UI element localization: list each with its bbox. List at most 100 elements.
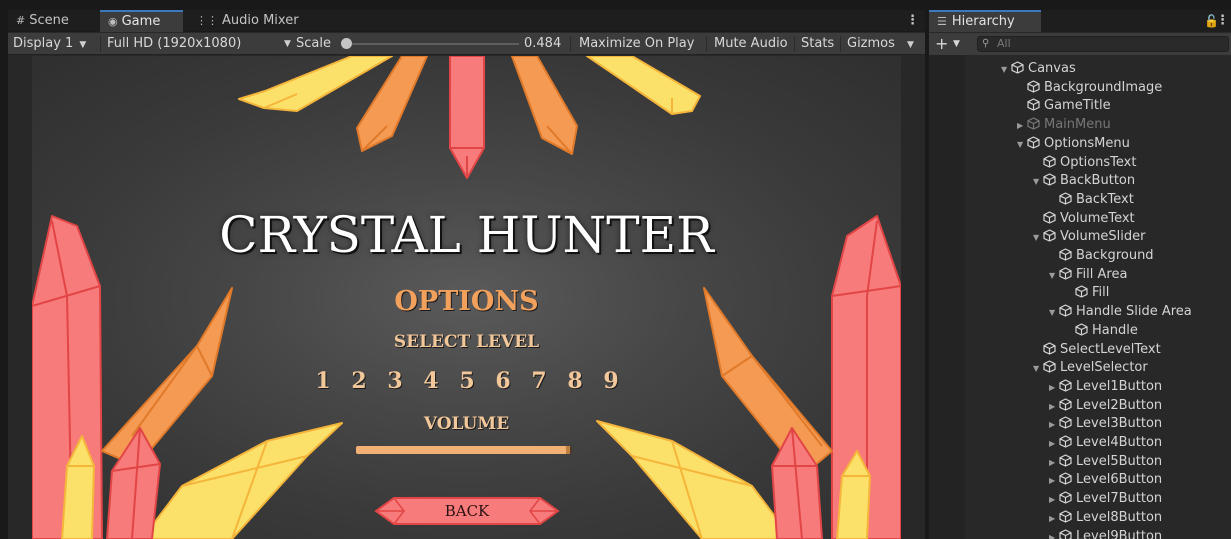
level-8-button[interactable]: 8 xyxy=(564,368,586,396)
display-dropdown-label: Display 1 xyxy=(13,36,74,51)
fold-closed-icon[interactable]: ▶ xyxy=(1049,453,1059,472)
game-view[interactable]: CRYSTAL HUNTER OPTIONS SELECT LEVEL 1 2 … xyxy=(32,56,901,539)
level-1-button[interactable]: 1 xyxy=(312,368,334,396)
hierarchy-item[interactable]: ▼ Handle Slide Area xyxy=(1049,302,1192,321)
hierarchy-item[interactable]: ▶ Level1Button xyxy=(1049,377,1162,396)
tab-hierarchy[interactable]: ☰ Hierarchy xyxy=(929,10,1041,32)
hierarchy-panel: ☰ Hierarchy 🔓 ⋮ + ▼ ⚲ All ▼ Canvas Backgrou… xyxy=(928,10,1231,539)
hierarchy-item[interactable]: ▼ Canvas xyxy=(1001,59,1076,78)
hierarchy-item[interactable]: ▶ Level7Button xyxy=(1049,489,1162,508)
hierarchy-item[interactable]: ▼ LevelSelector xyxy=(1033,358,1148,377)
hierarchy-item[interactable]: ▶ Level4Button xyxy=(1049,433,1162,452)
mute-audio-button[interactable]: Mute Audio xyxy=(709,33,793,55)
hierarchy-item-label: VolumeSlider xyxy=(1060,229,1146,245)
hierarchy-item[interactable]: OptionsText xyxy=(1033,153,1136,172)
hierarchy-item[interactable]: Background xyxy=(1049,246,1154,265)
fold-open-icon[interactable]: ▼ xyxy=(1033,172,1043,191)
gameobject-cube-icon xyxy=(1059,528,1072,539)
fold-closed-icon[interactable]: ▶ xyxy=(1049,528,1059,539)
back-button-label: BACK xyxy=(444,502,490,520)
gameobject-cube-icon xyxy=(1043,229,1056,242)
hierarchy-item[interactable]: ▼ BackButton xyxy=(1033,171,1135,190)
hierarchy-item-label: LevelSelector xyxy=(1060,360,1148,376)
gizmos-dropdown[interactable]: ▼ xyxy=(907,33,914,55)
scale-slider-handle[interactable] xyxy=(341,38,352,49)
hierarchy-item[interactable]: ▶ Level9Button xyxy=(1049,527,1162,539)
fold-closed-icon[interactable]: ▶ xyxy=(1049,434,1059,453)
gameobject-cube-icon xyxy=(1059,248,1072,261)
hierarchy-item[interactable]: ▼ VolumeSlider xyxy=(1033,227,1145,246)
stats-button[interactable]: Stats xyxy=(796,33,839,55)
level-selector: 1 2 3 4 5 6 7 8 9 xyxy=(312,368,622,396)
gameobject-cube-icon xyxy=(1043,210,1056,224)
hierarchy-item[interactable]: BackgroundImage xyxy=(1017,78,1162,97)
hierarchy-item[interactable]: VolumeText xyxy=(1033,209,1135,228)
kebab-menu-icon[interactable]: ⋮ xyxy=(1216,10,1229,32)
fold-closed-icon[interactable]: ▶ xyxy=(1049,415,1059,434)
hierarchy-item[interactable]: GameTitle xyxy=(1017,96,1111,115)
fold-open-icon[interactable]: ▼ xyxy=(1033,359,1043,378)
level-7-button[interactable]: 7 xyxy=(528,368,550,396)
gizmos-button[interactable]: Gizmos xyxy=(842,33,900,55)
hierarchy-item[interactable]: ▶ Level8Button xyxy=(1049,508,1162,527)
fold-closed-icon[interactable]: ▶ xyxy=(1049,378,1059,397)
level-4-button[interactable]: 4 xyxy=(420,368,442,396)
gameobject-cube-icon xyxy=(1059,416,1072,429)
hierarchy-search-input[interactable]: ⚲ All xyxy=(977,36,1229,52)
hierarchy-tree: ▼ Canvas BackgroundImage GameTitle ▶ MainMenu… xyxy=(929,55,1231,539)
tab-scene[interactable]: # Scene xyxy=(8,10,100,32)
gameobject-cube-icon xyxy=(1059,454,1072,467)
hierarchy-item[interactable]: ▶ Level2Button xyxy=(1049,396,1162,415)
hierarchy-item[interactable]: Fill xyxy=(1065,283,1109,302)
gameobject-cube-icon xyxy=(1043,360,1056,373)
maximize-on-play-button[interactable]: Maximize On Play xyxy=(574,33,699,55)
level-3-button[interactable]: 3 xyxy=(384,368,406,396)
hierarchy-item[interactable]: ▶ Level3Button xyxy=(1049,414,1162,433)
scale-value: 0.484 xyxy=(524,36,562,51)
game-panel-tabbar: # Scene ◉ Game ⋮⋮ Audio Mixer ⋮ xyxy=(8,10,925,32)
hierarchy-item[interactable]: BackText xyxy=(1049,190,1134,209)
hierarchy-item[interactable]: ▼ OptionsMenu xyxy=(1017,134,1130,153)
level-5-button[interactable]: 5 xyxy=(456,368,478,396)
resolution-dropdown[interactable]: Full HD (1920x1080) ▼ xyxy=(102,33,292,55)
divider xyxy=(840,36,841,52)
fold-closed-icon[interactable]: ▶ xyxy=(1049,471,1059,490)
game-title: CRYSTAL HUNTER xyxy=(219,206,714,264)
divider xyxy=(794,36,795,52)
tab-audio-mixer[interactable]: ⋮⋮ Audio Mixer xyxy=(188,10,308,32)
scale-slider-track[interactable] xyxy=(349,43,519,45)
gameobject-cube-icon xyxy=(1059,379,1072,392)
fold-closed-icon[interactable]: ▶ xyxy=(1017,116,1027,135)
fold-open-icon[interactable]: ▼ xyxy=(1033,228,1043,247)
hierarchy-item[interactable]: ▶ Level5Button xyxy=(1049,452,1162,471)
hierarchy-item-label: GameTitle xyxy=(1044,98,1111,114)
fold-open-icon[interactable]: ▼ xyxy=(1001,60,1011,79)
kebab-menu-icon[interactable]: ⋮ xyxy=(906,10,919,32)
fold-open-icon[interactable]: ▼ xyxy=(1049,303,1059,322)
level-9-button[interactable]: 9 xyxy=(600,368,622,396)
fold-open-icon[interactable]: ▼ xyxy=(1017,135,1027,154)
hierarchy-item[interactable]: ▶ Level6Button xyxy=(1049,470,1162,489)
fold-closed-icon[interactable]: ▶ xyxy=(1049,509,1059,528)
tab-game-label: Game xyxy=(121,14,161,29)
volume-text: VOLUME xyxy=(423,414,510,434)
select-level-text: SELECT LEVEL xyxy=(393,332,540,352)
fold-open-icon[interactable]: ▼ xyxy=(1049,266,1059,285)
tab-game[interactable]: ◉ Game xyxy=(100,10,183,32)
display-dropdown[interactable]: Display 1 ▼ xyxy=(8,33,91,55)
mixer-icon: ⋮⋮ xyxy=(196,14,218,27)
chevron-down-icon: ▼ xyxy=(907,40,914,50)
volume-slider-handle[interactable] xyxy=(565,446,570,454)
fold-closed-icon[interactable]: ▶ xyxy=(1049,490,1059,509)
hierarchy-item[interactable]: ▼ Fill Area xyxy=(1049,265,1127,284)
level-2-button[interactable]: 2 xyxy=(348,368,370,396)
back-button[interactable]: BACK xyxy=(374,496,560,526)
add-icon[interactable]: + xyxy=(935,33,948,55)
chevron-down-icon[interactable]: ▼ xyxy=(953,33,960,55)
fold-closed-icon[interactable]: ▶ xyxy=(1049,397,1059,416)
volume-slider[interactable] xyxy=(356,446,572,454)
level-6-button[interactable]: 6 xyxy=(492,368,514,396)
hierarchy-item[interactable]: Handle xyxy=(1065,321,1138,340)
hierarchy-item[interactable]: ▶ MainMenu xyxy=(1017,115,1111,134)
hierarchy-item[interactable]: SelectLevelText xyxy=(1033,340,1161,359)
